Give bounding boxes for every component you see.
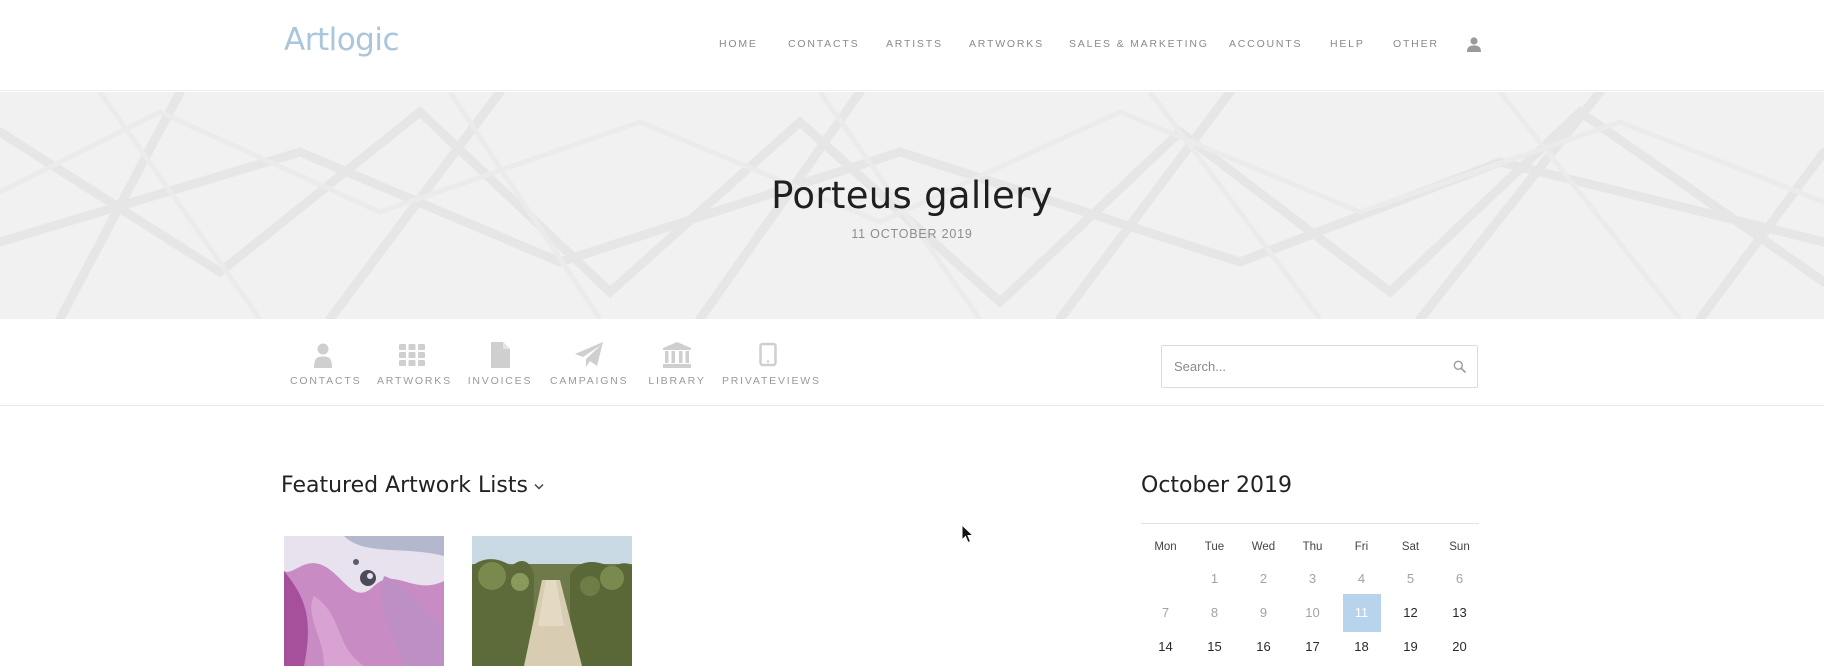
nav-other[interactable]: OTHER (1393, 38, 1439, 50)
bank-icon (663, 342, 691, 368)
search-icon[interactable] (1453, 360, 1466, 373)
artwork-list-thumbnail[interactable] (472, 536, 632, 666)
calendar-day[interactable]: 10 (1294, 594, 1332, 632)
artlogic-logo[interactable]: Artlogic (284, 22, 400, 58)
search-box (1161, 345, 1478, 388)
quicklink-campaigns[interactable]: CAMPAIGNS (550, 341, 628, 387)
nav-contacts[interactable]: CONTACTS (788, 38, 859, 50)
calendar-day-today[interactable]: 11 (1342, 594, 1381, 632)
featured-artwork-lists-dropdown[interactable]: Featured Artwork Lists (281, 473, 544, 498)
quicklink-contacts[interactable]: CONTACTS (290, 341, 362, 387)
quicklink-invoices[interactable]: INVOICES (467, 341, 533, 387)
calendar-weekday-tue: Tue (1204, 541, 1225, 553)
grid-icon (399, 344, 425, 366)
calendar-day[interactable]: 17 (1294, 628, 1332, 666)
artwork-image-landscape (472, 536, 632, 666)
quicklink-library[interactable]: LIBRARY (648, 341, 706, 387)
nav-help[interactable]: HELP (1330, 38, 1365, 50)
calendar-day[interactable]: 18 (1343, 628, 1381, 666)
calendar-day[interactable]: 12 (1392, 594, 1430, 632)
nav-home[interactable]: HOME (719, 38, 758, 50)
quicklink-label: LIBRARY (648, 375, 706, 387)
calendar-day[interactable]: 19 (1392, 628, 1430, 666)
calendar-divider (1141, 523, 1479, 524)
quicklink-label: CONTACTS (290, 375, 362, 387)
document-icon (491, 342, 510, 368)
chevron-down-icon (534, 483, 544, 490)
mouse-cursor-icon (961, 524, 975, 544)
paper-plane-icon (575, 342, 603, 367)
nav-accounts[interactable]: ACCOUNTS (1229, 38, 1302, 50)
calendar-month-title: October 2019 (1141, 473, 1293, 498)
calendar-day[interactable]: 9 (1245, 594, 1283, 632)
quicklink-privateviews[interactable]: PRIVATEVIEWS (722, 341, 821, 387)
quick-links-bar: CONTACTS ARTWORKS INVOICES CAMPAIGNS LIB… (0, 319, 1824, 406)
quicklink-label: PRIVATEVIEWS (722, 375, 821, 387)
nav-artists[interactable]: ARTISTS (886, 38, 943, 50)
person-icon (314, 343, 332, 368)
calendar-weekday-wed: Wed (1251, 541, 1276, 553)
calendar-weekday-sat: Sat (1401, 541, 1420, 553)
calendar-day[interactable]: 7 (1147, 594, 1185, 632)
calendar-day[interactable]: 15 (1196, 628, 1234, 666)
top-header: Artlogic HOME CONTACTS ARTISTS ARTWORKS … (0, 0, 1824, 91)
calendar-day[interactable]: 2 (1245, 560, 1283, 598)
nav-artworks[interactable]: ARTWORKS (969, 38, 1044, 50)
calendar-day[interactable]: 3 (1294, 560, 1332, 598)
calendar-weekday-sun: Sun (1449, 541, 1470, 553)
quicklink-label: INVOICES (467, 375, 533, 387)
calendar-day[interactable]: 13 (1441, 594, 1479, 632)
quicklink-artworks[interactable]: ARTWORKS (377, 341, 452, 387)
artwork-image-abstract (284, 536, 444, 666)
calendar-day[interactable]: 8 (1196, 594, 1234, 632)
artwork-list-thumbnail[interactable] (284, 536, 444, 666)
user-icon[interactable] (1466, 36, 1482, 52)
hero-banner: Porteus gallery 11 OCTOBER 2019 (0, 92, 1824, 319)
calendar-day[interactable]: 14 (1147, 628, 1185, 666)
calendar-day[interactable]: 5 (1392, 560, 1430, 598)
calendar-weekday-fri: Fri (1354, 541, 1369, 553)
calendar-weekday-thu: Thu (1302, 541, 1323, 553)
featured-title-text: Featured Artwork Lists (281, 473, 528, 498)
search-input[interactable] (1174, 346, 1434, 387)
tablet-icon (759, 342, 777, 367)
calendar-weekday-mon: Mon (1154, 541, 1177, 553)
calendar-day[interactable]: 4 (1343, 560, 1381, 598)
nav-sales-marketing[interactable]: SALES & MARKETING (1069, 38, 1209, 50)
calendar-day[interactable]: 1 (1196, 560, 1234, 598)
calendar-day[interactable]: 6 (1441, 560, 1479, 598)
quicklink-label: CAMPAIGNS (550, 375, 629, 387)
current-date: 11 OCTOBER 2019 (851, 227, 973, 241)
quicklink-label: ARTWORKS (377, 375, 452, 387)
gallery-title: Porteus gallery (771, 174, 1053, 217)
calendar-day[interactable]: 20 (1441, 628, 1479, 666)
calendar-day[interactable]: 16 (1245, 628, 1283, 666)
